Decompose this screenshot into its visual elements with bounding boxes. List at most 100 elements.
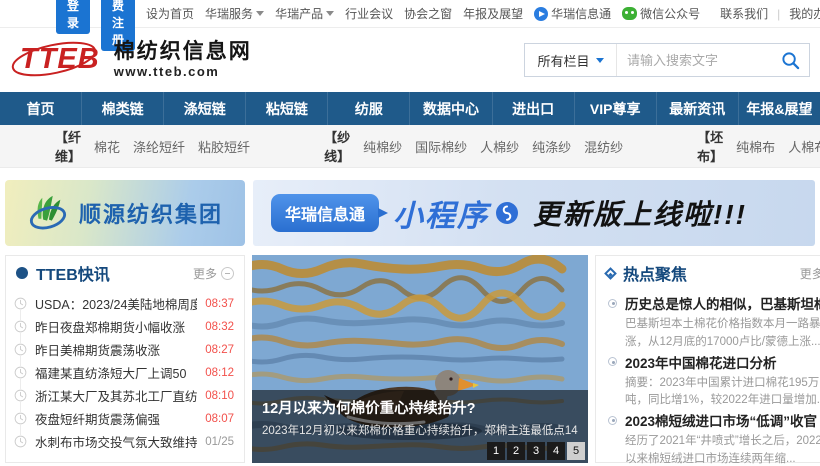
wechat-official-link[interactable]: 微信公众号 xyxy=(622,5,700,22)
nav-item-annual-outlook[interactable]: 年报&展望 xyxy=(739,92,820,125)
nav-item-cotton-chain[interactable]: 棉类链 xyxy=(82,92,164,125)
nav-item-viscose-chain[interactable]: 粘短链 xyxy=(246,92,328,125)
news-text: 昨日美棉期货震荡收涨 xyxy=(35,340,197,359)
annual-report-link[interactable]: 年报及展望 xyxy=(463,5,523,22)
nav-item-home[interactable]: 首页 xyxy=(0,92,82,125)
my-office-link[interactable]: 我的办公室 xyxy=(780,5,820,22)
subnav-link-viscose-staple[interactable]: 粘胶短纤 xyxy=(198,137,250,156)
clock-icon xyxy=(14,435,27,448)
huarui-app-icon xyxy=(534,7,548,21)
logo-site-name: 棉纺织信息网 xyxy=(114,40,252,64)
shunyuan-ad-banner[interactable]: 顺源纺织集团 xyxy=(5,180,245,246)
hot-focus-list: 历史总是惊人的相似，巴基斯坦棉... 巴基斯坦本土棉花价格指数本月一路暴涨，从1… xyxy=(596,290,820,466)
top-utility-bar: 登录 免费注册 设为首页 华瑞服务 华瑞产品 行业会议 协会之窗 年报及展望 华… xyxy=(0,0,820,28)
quick-news-panel: TTEB快讯 更多 USDA：2023/24美陆地棉周度 08:37 昨日夜盘郑… xyxy=(5,255,245,463)
clock-icon xyxy=(14,320,27,333)
news-time: 01/25 xyxy=(205,436,234,448)
pager-page[interactable]: 1 xyxy=(487,442,505,460)
subnav-group-label: 【纱线】 xyxy=(324,127,350,165)
search-icon xyxy=(781,51,800,70)
focus-item[interactable]: 2023棉短绒进口市场“低调”收官 经历了2021年“井喷式”增长之后，2022… xyxy=(608,410,820,466)
subnav-link-cotton[interactable]: 棉花 xyxy=(94,137,120,156)
association-window-link[interactable]: 协会之窗 xyxy=(404,5,452,22)
bullet-icon xyxy=(608,357,617,366)
nav-item-vip[interactable]: VIP尊享 xyxy=(575,92,657,125)
logo-domain: www.tteb.com xyxy=(114,65,252,80)
focus-item-title: 历史总是惊人的相似，巴基斯坦棉... xyxy=(608,293,820,313)
focus-item-title: 2023年中国棉花进口分析 xyxy=(608,352,820,372)
slide-title[interactable]: 12月以来为何棉价重心持续抬升? xyxy=(262,397,578,418)
huarui-info-app-link[interactable]: 华瑞信息通 xyxy=(534,5,611,22)
focus-item-summary: 摘要：2023年中国累计进口棉花195万吨，同比增1%，较2022年进口量增加.… xyxy=(625,375,820,411)
huarui-services-menu[interactable]: 华瑞服务 xyxy=(205,5,264,22)
nav-item-latest-news[interactable]: 最新资讯 xyxy=(657,92,739,125)
subnav-group-grey-fabric: 【坯布】 纯棉布 人棉布 xyxy=(697,127,820,165)
hot-focus-title: 热点聚焦 xyxy=(623,261,687,285)
search-bar: 所有栏目 xyxy=(524,43,810,77)
subnav-link-rayon-fabric[interactable]: 人棉布 xyxy=(788,137,820,156)
news-time: 08:12 xyxy=(205,367,234,379)
huarui-products-menu[interactable]: 华瑞产品 xyxy=(275,5,334,22)
news-item[interactable]: USDA：2023/24美陆地棉周度 08:37 xyxy=(14,292,234,315)
subnav-link-cotton-fabric[interactable]: 纯棉布 xyxy=(736,137,775,156)
news-text: USDA：2023/24美陆地棉周度 xyxy=(35,294,197,313)
logo-swoosh xyxy=(8,37,100,81)
focus-item[interactable]: 历史总是惊人的相似，巴基斯坦棉... 巴基斯坦本土棉花价格指数本月一路暴涨，从1… xyxy=(608,293,820,352)
subnav-link-cotton-yarn[interactable]: 纯棉纱 xyxy=(363,137,402,156)
slider-pagination: 1 2 3 4 5 xyxy=(487,442,585,460)
more-label: 更多 xyxy=(193,265,217,282)
nav-item-apparel[interactable]: 纺服 xyxy=(328,92,410,125)
clock-icon xyxy=(14,297,27,310)
search-input[interactable] xyxy=(617,53,771,68)
pager-page[interactable]: 4 xyxy=(547,442,565,460)
subnav-link-intl-cotton-yarn[interactable]: 国际棉纱 xyxy=(415,137,467,156)
hot-focus-more-link[interactable]: 更多 xyxy=(800,265,820,282)
target-diamond-icon xyxy=(604,267,617,280)
news-item[interactable]: 夜盘短纤期货震荡偏强 08:07 xyxy=(14,407,234,430)
news-item[interactable]: 昨日美棉期货震荡收涨 08:27 xyxy=(14,338,234,361)
news-text: 福建某直纺涤短大厂上调50 xyxy=(35,363,197,382)
pager-page[interactable]: 2 xyxy=(507,442,525,460)
focus-item[interactable]: 2023年中国棉花进口分析 摘要：2023年中国累计进口棉花195万吨，同比增1… xyxy=(608,352,820,411)
nav-item-polyester-chain[interactable]: 涤短链 xyxy=(164,92,246,125)
news-item[interactable]: 福建某直纺涤短大厂上调50 08:12 xyxy=(14,361,234,384)
pager-page[interactable]: 3 xyxy=(527,442,545,460)
set-homepage-link[interactable]: 设为首页 xyxy=(146,5,194,22)
chevron-down-icon xyxy=(256,11,264,16)
industry-conference-link[interactable]: 行业会议 xyxy=(345,5,393,22)
huarui-info-app-label: 华瑞信息通 xyxy=(551,5,611,22)
quick-news-more-link[interactable]: 更多 xyxy=(193,265,234,282)
news-time: 08:10 xyxy=(205,390,234,402)
huarui-products-label: 华瑞产品 xyxy=(275,5,323,22)
nav-item-data-center[interactable]: 数据中心 xyxy=(410,92,492,125)
subnav-link-blended-yarn[interactable]: 混纺纱 xyxy=(584,137,623,156)
hot-focus-header: 热点聚焦 更多 xyxy=(596,256,820,290)
miniprogram-banner-product: 小程序 xyxy=(393,191,519,235)
bullet-icon xyxy=(608,416,617,425)
login-button[interactable]: 登录 xyxy=(56,0,90,34)
miniprogram-ad-banner[interactable]: 华瑞信息通 小程序 更新版上线啦!!! xyxy=(253,180,815,246)
news-slider[interactable]: 12月以来为何棉价重心持续抬升? 2023年12月初以来郑棉价格重心持续抬升，郑… xyxy=(252,255,588,463)
news-text: 浙江某大厂及其苏北工厂直纺涤 xyxy=(35,386,197,405)
subnav-link-rayon-yarn[interactable]: 人棉纱 xyxy=(480,137,519,156)
site-logo[interactable]: TTEB 棉纺织信息网 www.tteb.com xyxy=(14,40,252,79)
panel-dot-icon xyxy=(16,267,28,279)
subnav-link-polyester-staple[interactable]: 涤纶短纤 xyxy=(133,137,185,156)
search-category-select[interactable]: 所有栏目 xyxy=(525,44,617,76)
subnav-link-polyester-yarn[interactable]: 纯涤纱 xyxy=(532,137,571,156)
nav-item-import-export[interactable]: 进出口 xyxy=(493,92,575,125)
quick-news-list: USDA：2023/24美陆地棉周度 08:37 昨日夜盘郑棉期货小幅收涨 08… xyxy=(6,290,244,453)
pager-page[interactable]: 5 xyxy=(567,442,585,460)
clock-icon xyxy=(14,366,27,379)
miniprogram-product-label: 小程序 xyxy=(393,191,489,235)
main-nav: 首页 棉类链 涤短链 粘短链 纺服 数据中心 进出口 VIP尊享 最新资讯 年报… xyxy=(0,92,820,125)
news-item[interactable]: 昨日夜盘郑棉期货小幅收涨 08:32 xyxy=(14,315,234,338)
banner-row: 顺源纺织集团 华瑞信息通 小程序 更新版上线啦!!! xyxy=(0,168,820,255)
shunyuan-banner-text: 顺源纺织集团 xyxy=(79,197,223,229)
contact-us-link[interactable]: 联系我们 xyxy=(711,5,777,22)
news-item[interactable]: 水刺布市场交投气氛大致维持 01/25 xyxy=(14,430,234,453)
search-button[interactable] xyxy=(771,44,809,76)
news-item[interactable]: 浙江某大厂及其苏北工厂直纺涤 08:10 xyxy=(14,384,234,407)
news-time: 08:37 xyxy=(205,298,234,310)
search-category-label: 所有栏目 xyxy=(537,51,589,70)
